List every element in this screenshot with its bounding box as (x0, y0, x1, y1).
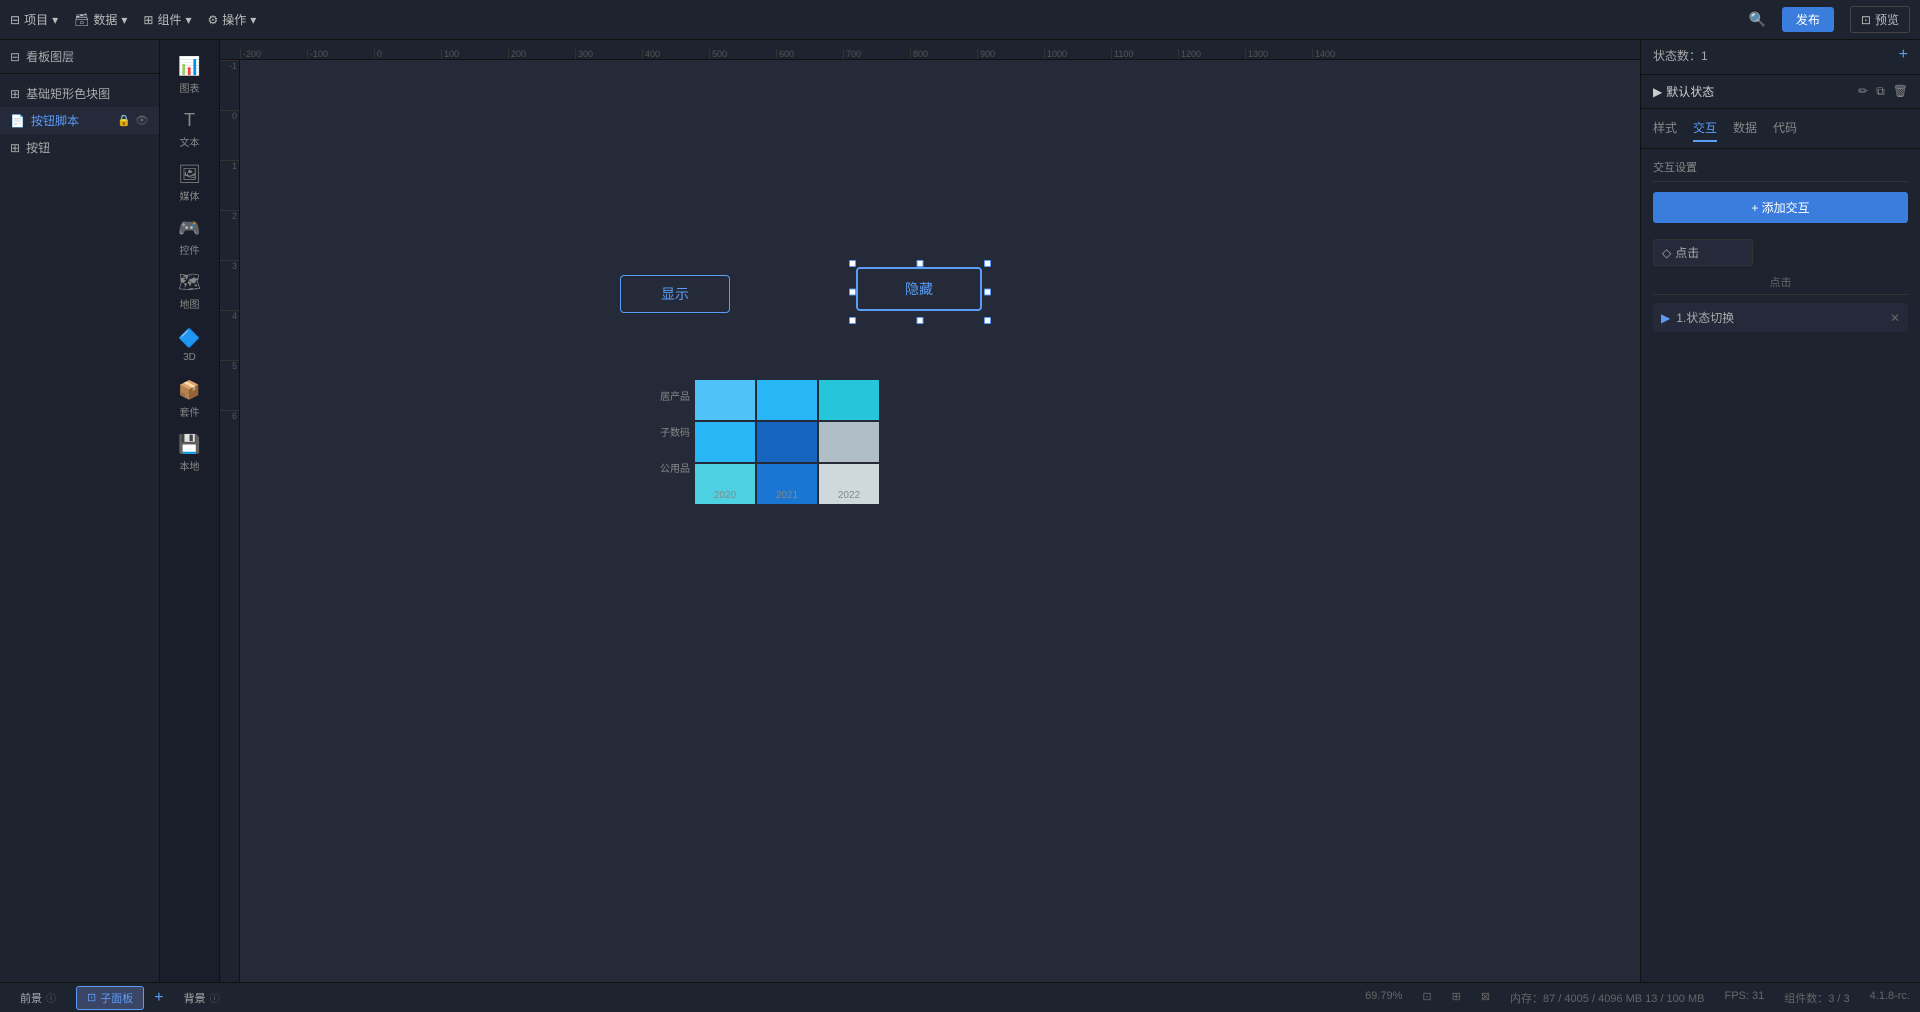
divider-2 (1641, 108, 1920, 109)
handle-bm[interactable] (917, 317, 924, 324)
tab-code[interactable]: 代码 (1773, 119, 1797, 142)
text-icon: T (184, 110, 195, 131)
handle-tl[interactable] (849, 260, 856, 267)
ruler-horizontal: -200 -100 0 100 200 300 400 500 600 700 … (220, 40, 1640, 60)
sidebar: 📊 图表 T 文本 🖼 媒体 🎮 控件 🗺 地图 🔷 3D 📦 套件 💾 (160, 40, 220, 982)
control-icon: 🎮 (178, 218, 200, 239)
top-bar-action[interactable]: ⚙ 操作 ▾ (208, 11, 257, 28)
canvas-area: -200 -100 0 100 200 300 400 500 600 700 … (220, 40, 1640, 982)
default-state-row: ▶ 默认状态 ✏ ⧉ 🗑 (1641, 79, 1920, 104)
trigger-label: 点击 (1653, 274, 1908, 290)
publish-button[interactable]: 发布 (1782, 7, 1834, 32)
sidebar-item-control[interactable]: 🎮 控件 (165, 212, 215, 262)
sidebar-item-map[interactable]: 🗺 地图 (165, 266, 215, 316)
sidebar-item-chart[interactable]: 📊 图表 (165, 50, 215, 100)
canvas-content[interactable]: 显示 隐藏 (240, 60, 1640, 982)
add-state-button[interactable]: + (1899, 46, 1908, 64)
divider-1 (1641, 74, 1920, 75)
layer-item-button[interactable]: ⊞ 按钮 (0, 134, 159, 161)
hide-button-container: 隐藏 (852, 263, 988, 321)
ruler-vertical: -1 0 1 2 3 4 5 6 (220, 60, 240, 982)
layer-panel-header: ⊟ 看板图层 (0, 40, 159, 74)
local-icon: 💾 (178, 434, 200, 455)
left-panel: ⊟ 看板图层 ⊞ 基础矩形色块图 📄 按钮脚本 🔒 👁 ⊞ 按钮 (0, 40, 160, 982)
map-icon: 🗺 (178, 272, 201, 293)
heatmap-chart: 家居产品 电子数码 办公用品 (660, 370, 905, 508)
svg-text:办公用品: 办公用品 (660, 462, 690, 475)
bottom-bar: 前景 ⓘ ⊡ 子面板 + 背景 ⓘ 69.79% ⊡ ⊞ ⊠ 内存：87 / 4… (0, 982, 1920, 1012)
spacer (1653, 223, 1908, 239)
media-icon: 🖼 (178, 164, 201, 185)
svg-text:电子数码: 电子数码 (660, 426, 690, 439)
handle-br[interactable] (984, 317, 991, 324)
interaction-label: 交互设置 (1653, 159, 1908, 175)
fps-info: FPS: 31 (1724, 990, 1764, 1006)
add-interact-button[interactable]: + 添加交互 (1653, 192, 1908, 223)
ruler-v-marks: -1 0 1 2 3 4 5 6 (220, 60, 239, 460)
top-bar-component[interactable]: ⊞ 组件 ▾ (143, 11, 191, 28)
layer-item-script[interactable]: 📄 按钮脚本 🔒 👁 (0, 107, 159, 134)
action-row: ▶ 1.状态切换 ✕ (1653, 303, 1908, 332)
delete-state-icon[interactable]: 🗑 (1893, 84, 1908, 99)
copy-state-icon[interactable]: ⧉ (1876, 84, 1885, 99)
preview-button[interactable]: ⊡ 预览 (1850, 6, 1910, 33)
layer-item-group[interactable]: ⊞ 基础矩形色块图 (0, 80, 159, 107)
handle-bl[interactable] (849, 317, 856, 324)
divider-3 (1653, 181, 1908, 182)
right-panel: 状态数：1 + ▶ 默认状态 ✏ ⧉ 🗑 样式 交互 数据 代码 交互设置 (1640, 40, 1920, 982)
tab-interact[interactable]: 交互 (1693, 119, 1717, 142)
interaction-section: 交互设置 + 添加交互 ◇ 点击 点击 ▶ 1.状态切换 ✕ (1641, 149, 1920, 348)
canvas-body: -1 0 1 2 3 4 5 6 显示 (220, 60, 1640, 982)
ruler-h-marks: -200 -100 0 100 200 300 400 500 600 700 … (240, 40, 1379, 59)
edit-state-icon[interactable]: ✏ (1858, 84, 1868, 99)
add-tab-button[interactable]: + (154, 989, 163, 1007)
kit-icon: 📦 (178, 380, 200, 401)
handle-ml[interactable] (849, 289, 856, 296)
tab-style[interactable]: 样式 (1653, 119, 1677, 142)
layer-list: ⊞ 基础矩形色块图 📄 按钮脚本 🔒 👁 ⊞ 按钮 (0, 74, 159, 167)
sidebar-item-3d[interactable]: 🔷 3D (165, 320, 215, 370)
sidebar-item-media[interactable]: 🖼 媒体 (165, 158, 215, 208)
tab-foreground[interactable]: 前景 ⓘ (10, 987, 66, 1009)
sidebar-item-kit[interactable]: 📦 套件 (165, 374, 215, 424)
handle-tr[interactable] (984, 260, 991, 267)
svg-text:2021: 2021 (776, 490, 799, 501)
sidebar-item-text[interactable]: T 文本 (165, 104, 215, 154)
right-panel-tabs: 样式 交互 数据 代码 (1641, 113, 1920, 149)
3d-icon: 🔷 (178, 328, 200, 349)
tab-data[interactable]: 数据 (1733, 119, 1757, 142)
search-icon[interactable]: 🔍 (1748, 11, 1765, 28)
version-info: 4.1.8-rc. (1870, 990, 1910, 1006)
trigger-row: ◇ 点击 (1653, 239, 1908, 266)
svg-text:2020: 2020 (714, 490, 737, 501)
zoom-level: 69.79% (1365, 990, 1402, 1006)
top-bar: ⊟ 项目 ▾ 🗃 数据 ▾ ⊞ 组件 ▾ ⚙ 操作 ▾ 🔍 发布 ⊡ 预览 (0, 0, 1920, 40)
handle-mr[interactable] (984, 289, 991, 296)
top-bar-data[interactable]: 🗃 数据 ▾ (74, 11, 127, 28)
action-close-icon[interactable]: ✕ (1890, 311, 1900, 325)
memory-info: 内存：87 / 4005 / 4096 MB 13 / 100 MB (1510, 990, 1704, 1006)
sidebar-item-local[interactable]: 💾 本地 (165, 428, 215, 478)
top-bar-project[interactable]: ⊟ 项目 ▾ (10, 11, 58, 28)
tab-background[interactable]: 背景 ⓘ (174, 987, 230, 1009)
tab-subpanel[interactable]: ⊡ 子面板 (76, 986, 144, 1010)
component-count: 组件数：3 / 3 (1784, 990, 1849, 1006)
handle-tm[interactable] (917, 260, 924, 267)
show-button[interactable]: 显示 (620, 275, 730, 313)
state-count-row: 状态数：1 + (1641, 40, 1920, 70)
trigger-input[interactable]: ◇ 点击 (1653, 239, 1753, 266)
svg-text:家居产品: 家居产品 (660, 390, 690, 403)
bottom-info: 69.79% ⊡ ⊞ ⊠ 内存：87 / 4005 / 4096 MB 13 /… (1365, 990, 1910, 1006)
svg-text:2022: 2022 (838, 490, 861, 501)
chart-icon: 📊 (178, 56, 200, 77)
main-area: ⊟ 看板图层 ⊞ 基础矩形色块图 📄 按钮脚本 🔒 👁 ⊞ 按钮 (0, 40, 1920, 982)
divider-4 (1653, 294, 1908, 295)
hide-button[interactable]: 隐藏 (856, 267, 982, 311)
